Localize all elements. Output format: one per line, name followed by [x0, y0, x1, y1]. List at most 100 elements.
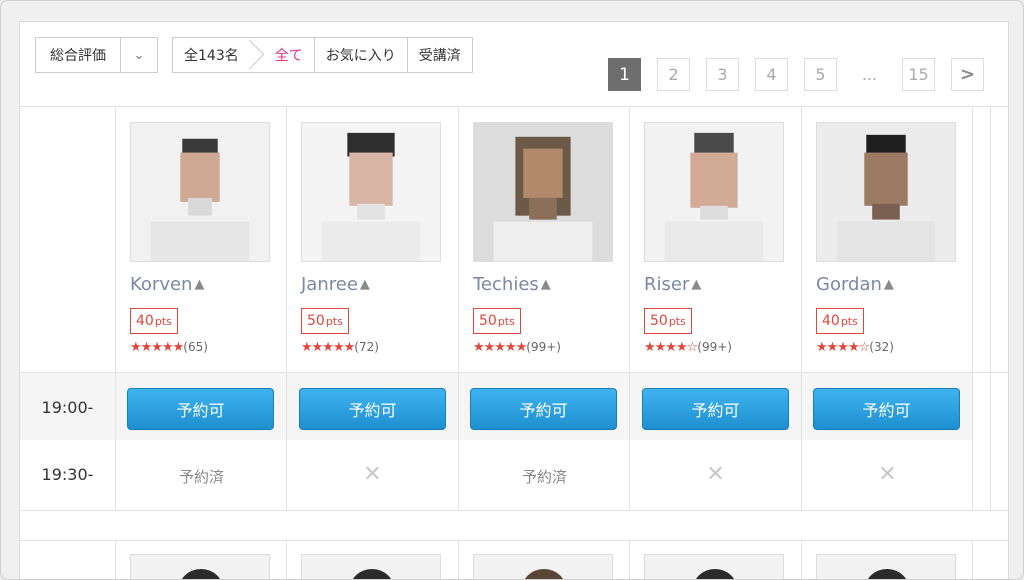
points-badge: 40 pts — [816, 308, 864, 334]
points-badge: 50 pts — [644, 308, 692, 334]
next-page-button[interactable]: > — [951, 58, 984, 91]
book-button[interactable]: 予約可 — [470, 388, 617, 430]
time-slot-label: 19:30- — [41, 465, 94, 484]
graduation-cap-icon: ▲ — [540, 277, 551, 292]
points-value: 50 — [650, 313, 668, 329]
teacher-name-link[interactable]: Gordan ▲ — [816, 274, 894, 295]
book-button[interactable]: 予約可 — [813, 388, 960, 430]
points-unit: pts — [497, 314, 515, 328]
pagination: 1 2 3 4 5 ... 15 > — [608, 58, 984, 91]
column-divider — [972, 540, 973, 579]
column-divider — [115, 106, 116, 510]
teacher-photo[interactable] — [816, 122, 956, 262]
booked-status: 予約済 — [178, 468, 224, 486]
divider — [20, 510, 1008, 511]
teacher-name: Riser — [644, 274, 690, 295]
points-badge: 50 pts — [473, 308, 521, 334]
schedule-panel: 総合評価 ⌄ 全143名 全て お気に入り 受講済 1 2 3 4 5 ... … — [19, 21, 1009, 579]
teacher-photo[interactable] — [473, 554, 613, 579]
teacher-name: Korven — [130, 274, 193, 295]
star-rating: ★★★★★ — [473, 340, 527, 355]
points-unit: pts — [325, 314, 343, 328]
rating: ★★★★★(65) — [130, 340, 208, 355]
book-button[interactable]: 予約可 — [642, 388, 789, 430]
points-unit: pts — [668, 314, 686, 328]
teacher-photo[interactable] — [816, 554, 956, 579]
rating: ★★★★☆(32) — [816, 340, 894, 355]
divider — [20, 106, 1008, 107]
close-icon: ✕ — [363, 462, 382, 487]
time-slot-label: 19:00- — [41, 398, 94, 417]
teacher-name-link[interactable]: Riser ▲ — [644, 274, 701, 295]
page-1[interactable]: 1 — [608, 58, 641, 91]
column-divider — [286, 106, 287, 510]
teacher-photo[interactable] — [301, 122, 441, 262]
column-divider — [801, 106, 802, 510]
star-rating: ★★★★★ — [301, 340, 355, 355]
graduation-cap-icon: ▲ — [883, 277, 894, 292]
graduation-cap-icon: ▲ — [194, 277, 205, 292]
points-value: 50 — [479, 313, 497, 329]
teacher-photo[interactable] — [473, 122, 613, 262]
teacher-photo[interactable] — [644, 122, 784, 262]
graduation-cap-icon: ▲ — [359, 277, 370, 292]
teacher-photo[interactable] — [301, 554, 441, 579]
column-divider — [115, 540, 116, 579]
review-count: (99+) — [697, 340, 732, 354]
rating: ★★★★★(72) — [301, 340, 379, 355]
filter-taken[interactable]: 受講済 — [408, 38, 472, 72]
points-badge: 40 pts — [130, 308, 178, 334]
points-value: 50 — [307, 313, 325, 329]
review-count: (72) — [354, 340, 379, 354]
page-5[interactable]: 5 — [804, 58, 837, 91]
teacher-name-link[interactable]: Janree ▲ — [301, 274, 370, 295]
close-icon: ✕ — [706, 462, 725, 487]
column-divider — [286, 540, 287, 579]
points-unit: pts — [840, 314, 858, 328]
page-15[interactable]: 15 — [902, 58, 935, 91]
booked-status: 予約済 — [521, 468, 567, 486]
teacher-count: 全143名 — [173, 38, 255, 72]
review-count: (32) — [869, 340, 894, 354]
filter-all[interactable]: 全て — [255, 38, 315, 72]
teacher-name: Gordan — [816, 274, 882, 295]
chevron-down-icon[interactable]: ⌄ — [121, 38, 157, 72]
book-button[interactable]: 予約可 — [127, 388, 274, 430]
page-2[interactable]: 2 — [657, 58, 690, 91]
column-divider — [972, 106, 973, 510]
points-value: 40 — [822, 313, 840, 329]
column-divider — [629, 540, 630, 579]
sort-label: 総合評価 — [36, 38, 121, 72]
rating: ★★★★☆(99+) — [644, 340, 732, 355]
points-value: 40 — [136, 313, 154, 329]
star-rating: ★★★★☆ — [816, 340, 870, 355]
graduation-cap-icon: ▲ — [691, 277, 702, 292]
teacher-name: Janree — [301, 274, 358, 295]
points-unit: pts — [154, 314, 172, 328]
column-divider — [458, 540, 459, 579]
filter-bar: 全143名 全て お気に入り 受講済 — [172, 37, 473, 73]
teacher-name-link[interactable]: Korven ▲ — [130, 274, 204, 295]
column-divider — [990, 106, 991, 510]
teacher-name-link[interactable]: Techies ▲ — [473, 274, 551, 295]
star-rating: ★★★★★ — [130, 340, 184, 355]
teacher-photo[interactable] — [644, 554, 784, 579]
column-divider — [458, 106, 459, 510]
window-frame: 総合評価 ⌄ 全143名 全て お気に入り 受講済 1 2 3 4 5 ... … — [0, 0, 1024, 580]
teacher-name: Techies — [473, 274, 539, 295]
page-3[interactable]: 3 — [706, 58, 739, 91]
points-badge: 50 pts — [301, 308, 349, 334]
review-count: (99+) — [526, 340, 561, 354]
column-divider — [801, 540, 802, 579]
column-divider — [629, 106, 630, 510]
filter-favorites[interactable]: お気に入り — [315, 38, 408, 72]
book-button[interactable]: 予約可 — [299, 388, 446, 430]
teacher-photo[interactable] — [130, 122, 270, 262]
page-4[interactable]: 4 — [755, 58, 788, 91]
close-icon: ✕ — [878, 462, 897, 487]
review-count: (65) — [183, 340, 208, 354]
star-rating: ★★★★☆ — [644, 340, 698, 355]
sort-dropdown[interactable]: 総合評価 ⌄ — [35, 37, 158, 73]
rating: ★★★★★(99+) — [473, 340, 561, 355]
teacher-photo[interactable] — [130, 554, 270, 579]
